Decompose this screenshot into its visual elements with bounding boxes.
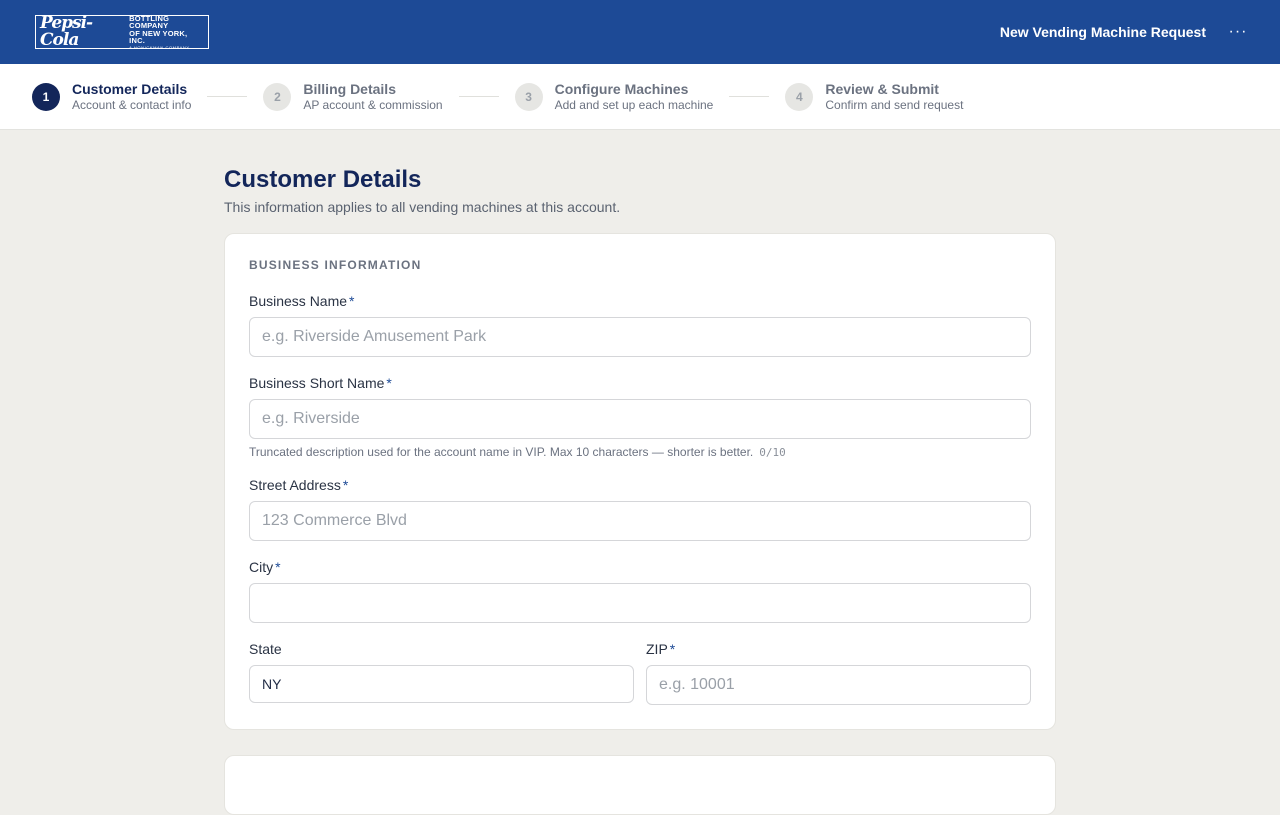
step-title: Billing Details (303, 80, 396, 97)
step-text: Review & Submit Confirm and send request (825, 81, 963, 113)
required-mark: * (669, 641, 676, 657)
business-name-input[interactable] (249, 317, 1031, 357)
required-mark: * (342, 477, 349, 493)
progress-stepper: 1 Customer Details Account & contact inf… (0, 64, 1280, 130)
hint-text: Truncated description used for the accou… (249, 445, 754, 459)
ellipsis-icon[interactable]: ··· (1228, 24, 1248, 40)
top-header: Pepsi-Cola BOTTLING COMPANY OF NEW YORK,… (0, 0, 1280, 64)
company-logo[interactable]: Pepsi-Cola BOTTLING COMPANY OF NEW YORK,… (35, 13, 209, 50)
step-connector (458, 96, 499, 97)
business-short-name-field: Business Short Name* Truncated descripti… (249, 375, 1031, 459)
label-text: ZIP (646, 641, 668, 657)
business-information-card: BUSINESS INFORMATION Business Name* Busi… (224, 233, 1056, 730)
step-configure-machines[interactable]: 3 Configure Machines Add and set up each… (514, 81, 714, 113)
step-subtitle: Account & contact info (72, 97, 192, 112)
street-address-input[interactable] (249, 501, 1031, 541)
field-hint: Truncated description used for the accou… (249, 445, 1031, 459)
main-content: Customer Details This information applie… (224, 130, 1056, 815)
logo-line-3: A HONICKMAN COMPANY (129, 44, 190, 50)
label-text: Business Short Name (249, 375, 385, 391)
state-select[interactable]: NY (249, 665, 634, 703)
step-number: 2 (263, 82, 292, 111)
field-label: Business Short Name * (249, 375, 1031, 391)
step-number: 1 (32, 82, 60, 111)
required-mark: * (349, 293, 355, 309)
label-text: City (249, 559, 274, 575)
step-text: Configure Machines Add and set up each m… (555, 81, 714, 113)
step-number: 4 (785, 82, 814, 111)
step-customer-details[interactable]: 1 Customer Details Account & contact inf… (32, 81, 191, 113)
field-label: City * (249, 559, 1031, 575)
step-title: Review & Submit (825, 80, 939, 97)
header-right: New Vending Machine Request ··· (999, 24, 1248, 41)
street-address-field: Street Address * (249, 477, 1031, 541)
step-text: Customer Details Account & contact info (72, 81, 191, 113)
step-text: Billing Details AP account & commission (303, 81, 442, 113)
business-name-field: Business Name * (249, 293, 1031, 357)
logo-line-1: BOTTLING COMPANY (129, 13, 170, 30)
step-connector (729, 96, 770, 97)
zip-input[interactable] (646, 665, 1031, 705)
state-field: State NY (249, 641, 634, 705)
step-subtitle: Confirm and send request (825, 97, 964, 112)
page-subtitle: This information applies to all vending … (224, 199, 621, 215)
zip-field: ZIP * (646, 641, 1031, 705)
state-zip-row: State NY ZIP * (249, 641, 1031, 705)
page-title: Customer Details (224, 166, 422, 193)
step-subtitle: AP account & commission (303, 97, 443, 112)
step-billing-details[interactable]: 2 Billing Details AP account & commissio… (263, 81, 443, 113)
header-title: New Vending Machine Request (999, 24, 1206, 40)
next-section-card (224, 755, 1056, 815)
section-label: BUSINESS INFORMATION (249, 258, 422, 272)
city-field: City * (249, 559, 1031, 623)
required-mark: * (275, 559, 281, 575)
step-number: 3 (514, 82, 543, 111)
character-counter: 0/10 (759, 445, 786, 459)
step-title: Customer Details (72, 80, 188, 97)
step-connector (207, 96, 248, 97)
city-input[interactable] (249, 583, 1031, 623)
field-label: Street Address * (249, 477, 1031, 493)
step-title: Configure Machines (554, 80, 689, 97)
step-review-submit[interactable]: 4 Review & Submit Confirm and send reque… (785, 81, 963, 113)
step-subtitle: Add and set up each machine (554, 97, 714, 112)
logo-line-2: OF NEW YORK, INC. (129, 28, 188, 45)
logo-text: BOTTLING COMPANY OF NEW YORK, INC. A HON… (129, 13, 204, 50)
business-short-name-input[interactable] (249, 399, 1031, 439)
logo-script: Pepsi-Cola (40, 13, 93, 50)
field-label: State (249, 641, 282, 657)
label-text: Street Address (249, 477, 341, 493)
label-text: Business Name (249, 293, 348, 309)
field-label: ZIP * (646, 641, 1031, 657)
field-label: Business Name * (249, 293, 1031, 309)
required-mark: * (386, 375, 392, 391)
